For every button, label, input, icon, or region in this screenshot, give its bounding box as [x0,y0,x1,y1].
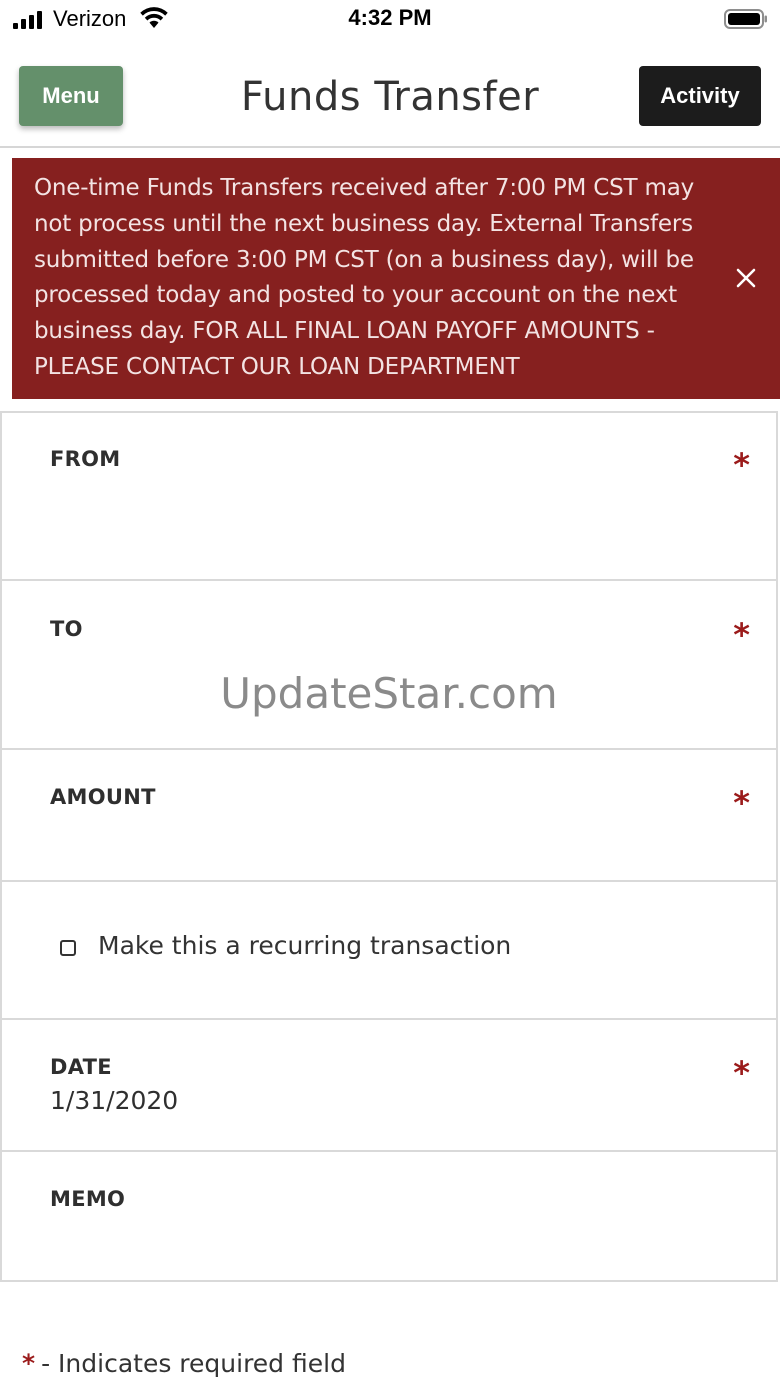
date-value[interactable]: 1/31/2020 [50,1086,178,1115]
status-time: 4:32 PM [348,5,432,30]
recurring-section: Make this a recurring transaction [0,880,778,1020]
amount-label: AMOUNT [50,785,156,809]
status-bar: Verizon 4:32 PM [0,0,780,40]
app-header: Menu Funds Transfer Activity [0,40,780,148]
battery-icon [724,9,767,29]
amount-field[interactable]: AMOUNT * [0,748,778,882]
required-indicator: * [733,446,750,484]
required-indicator: * [733,1054,750,1092]
watermark-text: UpdateStar.com [220,669,558,718]
date-field[interactable]: DATE * 1/31/2020 [0,1018,778,1152]
required-indicator: * [733,784,750,822]
memo-field[interactable]: MEMO [0,1150,778,1282]
from-field[interactable]: FROM * [0,411,778,581]
alert-message: One-time Funds Transfers received after … [34,175,694,380]
recurring-checkbox[interactable] [60,940,76,956]
alert-banner: One-time Funds Transfers received after … [12,158,780,399]
required-indicator: * [733,616,750,654]
date-label: DATE [50,1055,112,1079]
from-label: FROM [50,447,121,471]
required-field-note: * - Indicates required field [22,1349,346,1378]
activity-button[interactable]: Activity [639,66,761,126]
memo-label: MEMO [50,1187,126,1211]
required-indicator: * [22,1349,36,1378]
recurring-label[interactable]: Make this a recurring transaction [98,931,511,960]
to-label: TO [50,617,83,641]
to-field[interactable]: TO * UpdateStar.com [0,579,778,750]
funds-transfer-screen: Verizon 4:32 PM Menu Funds Transfer Acti… [0,0,780,1387]
required-field-note-text: - Indicates required field [41,1349,346,1378]
close-icon[interactable] [734,266,758,290]
